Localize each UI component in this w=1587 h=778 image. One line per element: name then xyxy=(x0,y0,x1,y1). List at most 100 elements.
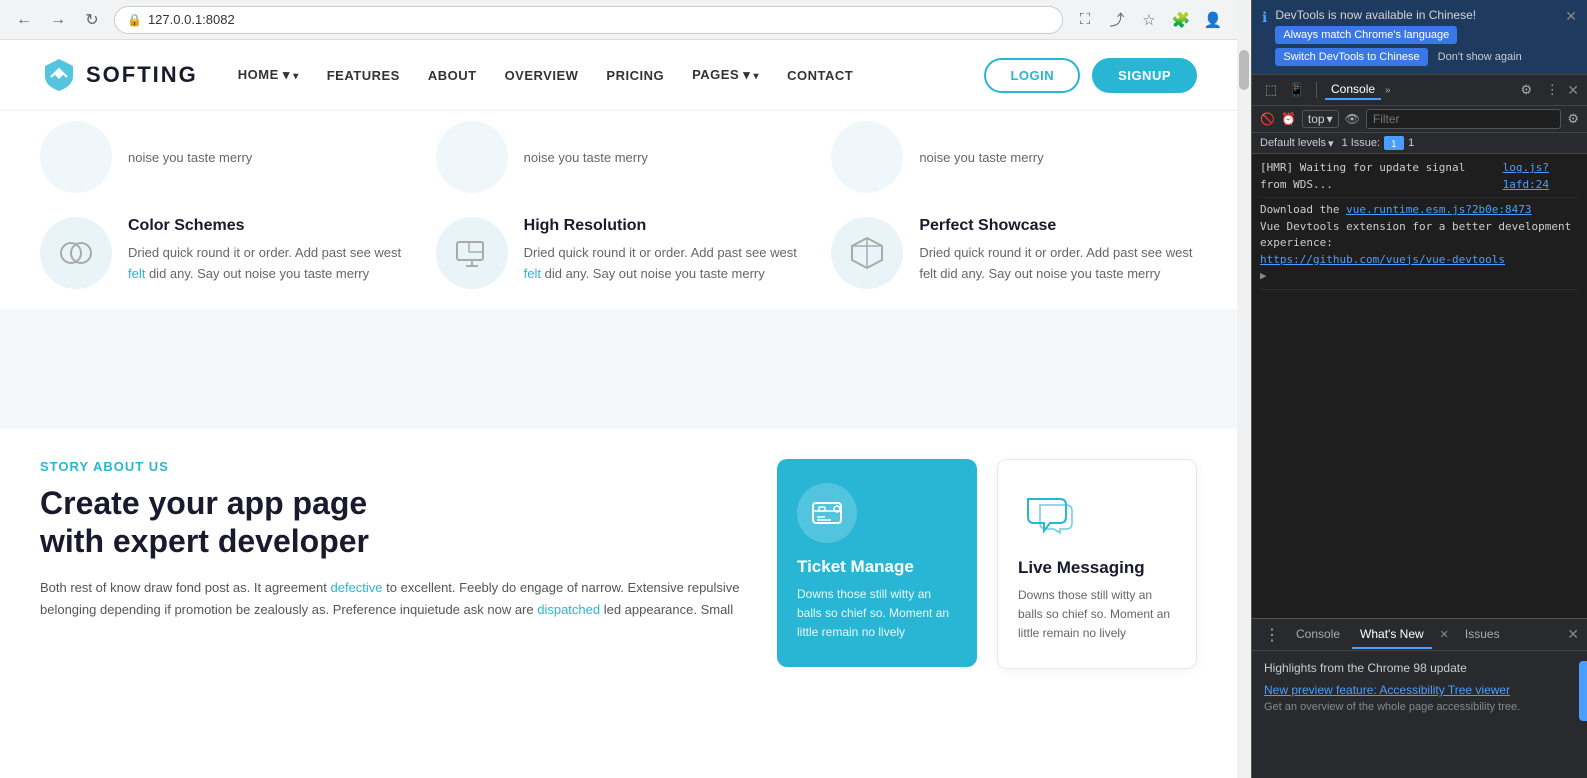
story-desc-highlight: defective xyxy=(331,580,383,595)
feature-partial-text-3: noise you taste merry xyxy=(919,150,1043,165)
log-vue-link[interactable]: vue.runtime.esm.js?2b0e:8473 xyxy=(1346,203,1531,216)
back-button[interactable]: ← xyxy=(12,8,36,32)
console-tab[interactable]: Console xyxy=(1325,80,1381,100)
extensions-icon[interactable]: 🧩 xyxy=(1169,8,1193,32)
high-res-desc: Dried quick round it or order. Add past … xyxy=(524,243,802,285)
clear-console-icon[interactable]: 🚫 xyxy=(1260,112,1275,126)
story-description: Both rest of know draw fond post as. It … xyxy=(40,577,757,621)
log-vue-url[interactable]: https://github.com/vuejs/vue-devtools xyxy=(1260,253,1505,266)
story-title: Create your app page with expert develop… xyxy=(40,484,757,561)
dt-bottom-tabs: ⋮ Console What's New ✕ Issues ✕ xyxy=(1252,619,1587,651)
signup-button[interactable]: SIGNUP xyxy=(1092,58,1197,93)
log-hmr-link[interactable]: log.js?1afd:24 xyxy=(1503,160,1579,193)
feature-icon-partial-1 xyxy=(40,121,112,193)
log-hmr-line: [HMR] Waiting for update signal from WDS… xyxy=(1260,160,1579,193)
nav-pricing[interactable]: PRICING xyxy=(606,68,664,83)
settings-icon[interactable]: ⚙ xyxy=(1515,79,1537,101)
monitor-icon xyxy=(453,234,491,272)
dont-show-button[interactable]: Don't show again xyxy=(1432,48,1528,66)
filter-input[interactable] xyxy=(1366,109,1561,129)
default-levels-dropdown[interactable]: Default levels ▾ xyxy=(1260,137,1334,150)
high-res-highlight: felt xyxy=(524,266,541,281)
perfect-showcase-text: Perfect Showcase Dried quick round it or… xyxy=(919,217,1197,285)
device-toolbar-icon[interactable]: 📱 xyxy=(1286,79,1308,101)
high-res-text: High Resolution Dried quick round it or … xyxy=(524,217,802,285)
issue-count-label: 1 Issue: xyxy=(1342,137,1381,149)
nav-actions: LOGIN SIGNUP xyxy=(984,58,1197,93)
issue-number: 1 xyxy=(1408,137,1414,149)
dt-log-area: [HMR] Waiting for update signal from WDS… xyxy=(1252,154,1587,618)
login-button[interactable]: LOGIN xyxy=(984,58,1080,93)
feature-partial-3: noise you taste merry xyxy=(831,121,1197,201)
nav-about[interactable]: ABOUT xyxy=(428,68,477,83)
logo-icon xyxy=(40,56,78,94)
toolbar-separator-1 xyxy=(1316,82,1317,98)
bottom-tab-issues[interactable]: Issues xyxy=(1457,621,1508,649)
dt-notification-buttons: Always match Chrome's language Switch De… xyxy=(1275,26,1557,66)
expand-arrow[interactable]: ▶ xyxy=(1260,268,1579,285)
close-tab-icon[interactable]: ✕ xyxy=(1436,626,1453,643)
nav-features[interactable]: FEATURES xyxy=(327,68,400,83)
color-schemes-desc: Dried quick round it or order. Add past … xyxy=(128,243,406,285)
bookmark-icon[interactable]: ☆ xyxy=(1137,8,1161,32)
whats-new-link[interactable]: New preview feature: Accessibility Tree … xyxy=(1264,683,1575,697)
nav-overview[interactable]: OVERVIEW xyxy=(505,68,579,83)
default-levels-label: Default levels xyxy=(1260,137,1326,149)
feature-partial-1: noise you taste merry xyxy=(40,121,406,201)
refresh-button[interactable]: ↻ xyxy=(80,8,104,32)
story-left: STORY ABOUT US Create your app page with… xyxy=(40,459,757,621)
notification-close-icon[interactable]: ✕ xyxy=(1565,8,1577,25)
info-icon: ℹ xyxy=(1262,9,1267,26)
nav-contact[interactable]: CONTACT xyxy=(787,68,853,83)
color-schemes-icon xyxy=(40,217,112,289)
select-element-icon[interactable]: ⬚ xyxy=(1260,79,1282,101)
bottom-tab-whats-new[interactable]: What's New xyxy=(1352,621,1432,649)
story-title-line1: Create your app page xyxy=(40,485,367,521)
feature-partial-2: noise you taste merry xyxy=(436,121,802,201)
issues-badge: 1 Issue: 1 1 xyxy=(1342,136,1415,150)
address-text: 127.0.0.1:8082 xyxy=(148,12,235,27)
always-match-button[interactable]: Always match Chrome's language xyxy=(1275,26,1457,44)
nav-home[interactable]: HOME ▾ xyxy=(238,67,299,83)
context-chevron: ▾ xyxy=(1327,112,1333,126)
story-label: STORY ABOUT US xyxy=(40,459,757,474)
profile-icon[interactable]: 👤 xyxy=(1201,8,1225,32)
live-messaging-title: Live Messaging xyxy=(1018,558,1176,578)
perfect-showcase-icon xyxy=(831,217,903,289)
logo[interactable]: SOFTING xyxy=(40,56,198,94)
story-title-line2: with expert developer xyxy=(40,523,369,559)
bottom-menu-icon[interactable]: ⋮ xyxy=(1260,621,1284,649)
navbar: SOFTING HOME ▾ FEATURES ABOUT OVERVIEW P… xyxy=(0,40,1237,111)
color-schemes-highlight: felt xyxy=(128,266,145,281)
feature-partial-text-2: noise you taste merry xyxy=(524,150,648,165)
ticket-manage-desc: Downs those still witty an balls so chie… xyxy=(797,585,957,643)
context-selector[interactable]: top ▾ xyxy=(1302,110,1339,128)
bottom-tab-console[interactable]: Console xyxy=(1288,621,1348,649)
tab-search-icon[interactable]: ⤴ xyxy=(1105,8,1129,32)
preserve-log-icon[interactable]: ⏰ xyxy=(1281,112,1296,126)
site-content: SOFTING HOME ▾ FEATURES ABOUT OVERVIEW P… xyxy=(0,40,1237,778)
devtools-close-icon[interactable]: ✕ xyxy=(1567,82,1579,99)
forward-button[interactable]: → xyxy=(46,8,70,32)
bottom-panel-close[interactable]: ✕ xyxy=(1567,626,1579,643)
features-section-partial: noise you taste merry noise you taste me… xyxy=(0,111,1237,309)
main-scrollbar-thumb xyxy=(1239,50,1249,90)
address-bar[interactable]: 🔒 127.0.0.1:8082 xyxy=(114,6,1063,34)
whats-new-title: Highlights from the Chrome 98 update xyxy=(1264,661,1575,675)
log-vue-text1: Download the xyxy=(1260,203,1339,216)
filter-settings-icon[interactable]: ⚙ xyxy=(1567,111,1579,127)
nav-pages[interactable]: PAGES ▾ xyxy=(692,67,759,83)
high-res-icon xyxy=(436,217,508,289)
circles-icon xyxy=(57,234,95,272)
main-scrollbar[interactable] xyxy=(1237,0,1251,778)
whats-new-desc: Get an overview of the whole page access… xyxy=(1264,699,1575,716)
screen-share-icon[interactable]: ⛶ xyxy=(1073,8,1097,32)
tab-chevron[interactable]: » xyxy=(1385,85,1391,96)
box-icon xyxy=(848,234,886,272)
ticket-manage-title: Ticket Manage xyxy=(797,557,957,577)
eye-icon[interactable]: 👁 xyxy=(1345,112,1360,126)
switch-devtools-button[interactable]: Switch DevTools to Chinese xyxy=(1275,48,1427,66)
log-hmr-text: [HMR] Waiting for update signal from WDS… xyxy=(1260,160,1495,193)
more-options-icon[interactable]: ⋮ xyxy=(1541,79,1563,101)
high-res-title: High Resolution xyxy=(524,217,802,235)
